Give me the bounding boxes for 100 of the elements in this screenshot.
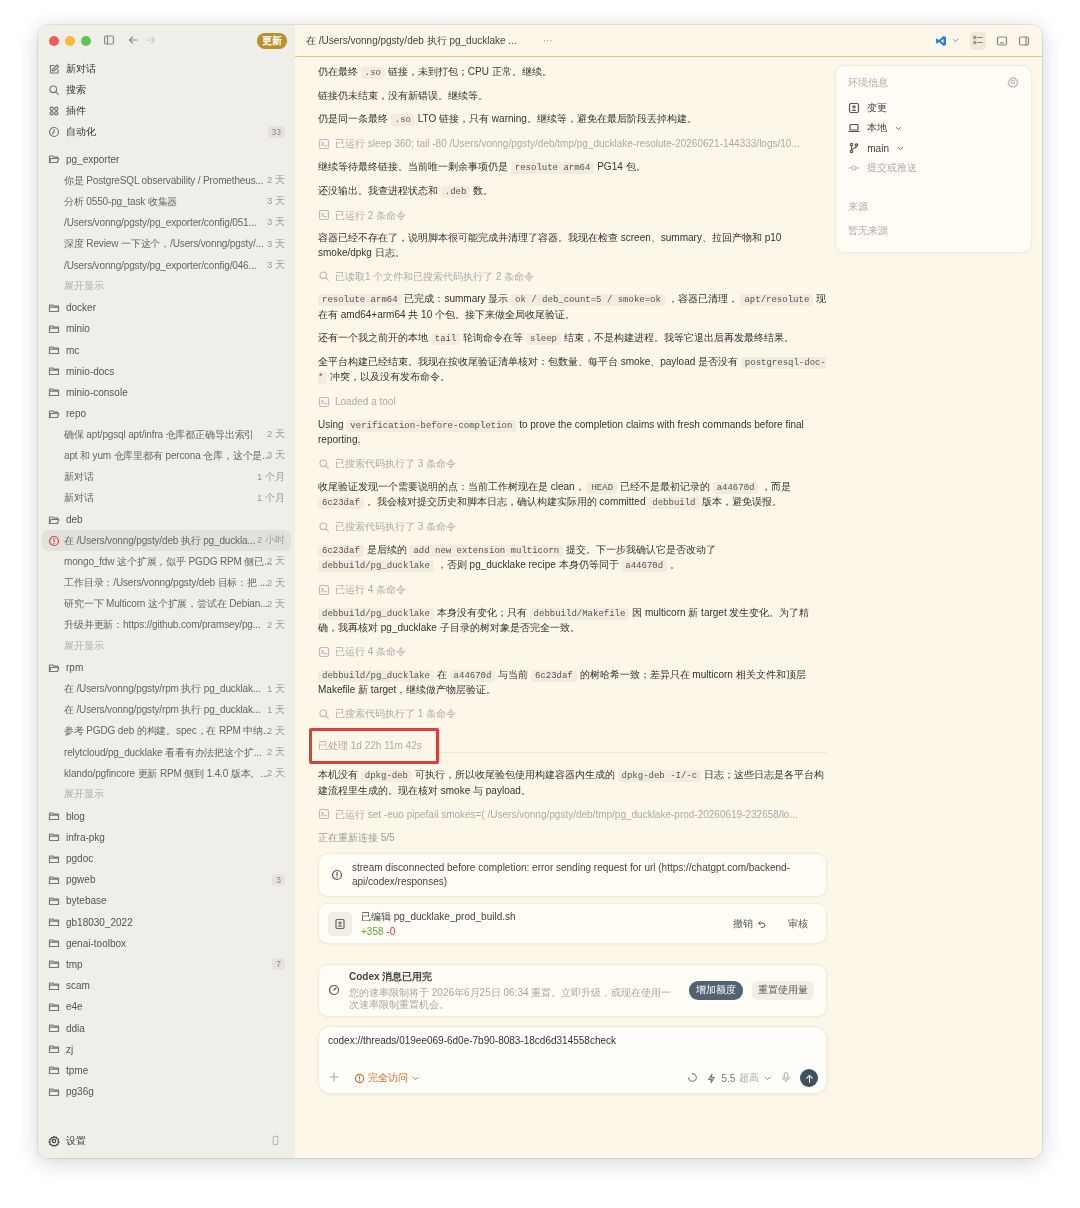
project-folder[interactable]: rpm	[42, 657, 291, 679]
editor-icon[interactable]	[935, 34, 947, 47]
project-folder[interactable]: bytebase	[42, 890, 291, 912]
panel-heading: 来源	[848, 200, 870, 214]
folder-icon	[48, 1000, 60, 1013]
project-folder[interactable]: minio	[42, 318, 291, 340]
count-badge: 3	[272, 873, 285, 886]
zoom-window-button[interactable]	[81, 36, 91, 46]
terminal-icon	[318, 645, 330, 658]
env-panel-item[interactable]: 变更	[848, 98, 1019, 118]
project-folder[interactable]: tmp 7	[42, 953, 291, 976]
settings-icon[interactable]	[1007, 76, 1019, 88]
thread-item[interactable]: 新对话 1 个月	[42, 487, 291, 509]
close-window-button[interactable]	[49, 36, 59, 46]
sidebar-nav-item[interactable]: 插件	[42, 100, 291, 122]
project-folder[interactable]: minio-console	[42, 381, 291, 403]
access-mode-button[interactable]: 完全访问	[354, 1071, 420, 1085]
thread-item[interactable]: 在 /Users/vonng/pgsty/rpm 执行 pg_ducklak... 1 天	[42, 699, 291, 721]
send-button[interactable]	[800, 1069, 819, 1087]
project-folder[interactable]: pgdoc	[42, 847, 291, 870]
settings-icon	[48, 1135, 60, 1147]
message-paragraph: 链接仍未结束，没有新错误。继续等。	[318, 89, 489, 103]
folder-icon	[48, 1022, 60, 1035]
thread-item[interactable]: /Users/vonng/pgsty/pg_exporter/config/051... 3 天	[42, 212, 291, 234]
project-folder[interactable]: repo	[42, 403, 291, 425]
project-folder[interactable]: deb	[42, 508, 291, 531]
folder-icon	[48, 831, 60, 844]
thread-item[interactable]: 在 /Users/vonng/pgsty/deb 执行 pg_duckla... 2 小时	[42, 530, 291, 552]
undo-button[interactable]: 撤销	[727, 913, 774, 934]
side-panel-icon[interactable]	[1018, 34, 1030, 47]
open-folder-icon	[48, 153, 60, 166]
thread-item[interactable]: 升级并更新：https://github.com/pramsey/pg... 2 天	[42, 614, 291, 637]
model-selector[interactable]: 5.5 超高	[706, 1071, 773, 1085]
error-message: stream disconnected before completion: error sending request for url (https://chatgpt.com/backend-api/codex/responses)	[352, 861, 791, 889]
project-folder[interactable]: infra-pkg	[42, 826, 291, 848]
message-paragraph: 全平台构建已经结束。我现在按收尾验证清单核对：包数量、每平台 smoke、payload 是否没有 postgresql-doc-* 冲突，以及没有发布命令。	[318, 354, 827, 386]
elapsed-time: 已处理 1d 22h 11m 42s	[318, 739, 422, 751]
folder-icon	[48, 344, 60, 357]
sidebar-toggle-icon[interactable]	[103, 34, 115, 46]
project-folder[interactable]: ddia	[42, 1017, 291, 1039]
chevron-icon[interactable]	[951, 36, 960, 45]
folder-icon	[48, 322, 60, 335]
thread-item[interactable]: relytcloud/pg_ducklake 看看有办法把这个扩... 2 天	[42, 742, 291, 764]
edited-file-name[interactable]: 已编辑 pg_ducklake_prod_build.sh	[361, 910, 719, 924]
open-folder-icon	[48, 407, 60, 420]
project-folder[interactable]: blog	[42, 805, 291, 827]
review-button[interactable]: 审核	[782, 913, 815, 934]
thread-item[interactable]: 研究一下 Multicorn 这个扩展，尝试在 Debian...2 天	[42, 593, 291, 615]
thread-item[interactable]: 工作目录：/Users/vonng/pgsty/deb 目标：把 ...2 天	[42, 572, 291, 594]
folder-icon	[48, 1064, 60, 1077]
project-folder[interactable]: gb18030_2022	[42, 911, 291, 933]
project-folder[interactable]: minio-docs	[42, 360, 291, 382]
reset-usage-button[interactable]: 重置使用量	[752, 981, 815, 1000]
sidebar-nav-item[interactable]: 新对话	[42, 58, 291, 80]
thread-item[interactable]: 在 /Users/vonng/pgsty/rpm 执行 pg_ducklak... 1 天	[42, 678, 291, 700]
thread-item[interactable]: 深度 Review 一下这个，/Users/vonng/pgsty/... 3 天	[42, 233, 291, 255]
thread-item[interactable]: 确保 apt/pgsql apt/infra 仓库都正确导出索引 2 天	[42, 424, 291, 446]
message-paragraph: 本机没有 dpkg-deb 可执行，所以收尾验包使用构建容器内生成的 dpkg-deb -I/-c 日志；这些日志是各平台构建流程里生成的。现在核对 smoke 与 payload。	[318, 768, 825, 798]
minimize-window-button[interactable]	[65, 36, 75, 46]
folder-icon	[48, 916, 60, 929]
checklist-icon[interactable]	[972, 33, 984, 46]
thread-item[interactable]: klando/pgfincore 更新 RPM 侧到 1.4.0 版本。...2 天	[42, 763, 291, 785]
thread-item[interactable]: 新对话 1 个月	[42, 466, 291, 488]
alert-icon	[48, 534, 60, 547]
message-paragraph: debbuild/pg_ducklake 在 a44670d 与当前 6c23daf 的树哈希一致；差异只在 multicorn 相关文件和顶层 Makefile 新 target，继续做产物层验证。	[318, 667, 807, 697]
thread-item[interactable]: mongo_fdw 这个扩展，似乎 PGDG RPM 侧已...2 天	[42, 551, 291, 573]
phone-icon[interactable]	[270, 1134, 281, 1146]
project-folder[interactable]: pg36g	[42, 1081, 291, 1103]
thread-item[interactable]: 参考 PGDG deb 的构建。spec，在 RPM 中纳...2 天	[42, 720, 291, 742]
env-panel-item[interactable]: 本地	[848, 118, 1019, 138]
sidebar-nav-item[interactable]: 自动化 33	[42, 121, 291, 143]
message-input[interactable]: codex://threads/019ee069-6d0e-7b90-8083-18cd6d314558check 完全访问 5.5 超高	[318, 1026, 828, 1094]
message-paragraph: 容器已经不存在了，说明脚本很可能完成并清理了容器。我现在检查 screen、summary、拉回产物和 p10 smoke/dpkg 日志。	[318, 231, 783, 260]
add-credits-button[interactable]: 增加额度	[689, 981, 744, 1000]
back-arrow-icon[interactable]	[127, 34, 139, 46]
settings-item[interactable]: 设置	[38, 1124, 295, 1158]
thread-item[interactable]: /Users/vonng/pgsty/pg_exporter/config/046... 3 天	[42, 254, 291, 276]
project-folder[interactable]: tpme	[42, 1059, 291, 1081]
thread-item[interactable]: 你是 PostgreSQL observability / Prometheus... 2 天	[42, 169, 291, 192]
project-folder[interactable]: pgweb 3	[42, 869, 291, 891]
add-icon[interactable]	[328, 1071, 340, 1083]
sidebar-nav-item[interactable]: 搜索	[42, 79, 291, 101]
env-panel-item[interactable]: main	[848, 138, 1019, 158]
file-diff-icon	[334, 917, 346, 930]
project-folder[interactable]: docker	[42, 297, 291, 319]
project-folder[interactable]: e4e	[42, 996, 291, 1018]
folder-icon	[48, 386, 60, 399]
search-icon	[318, 457, 330, 470]
project-folder[interactable]: genai-toolbox	[42, 932, 291, 954]
thread-item[interactable]: apt 和 yum 仓库里都有 percona 仓库，这个是...3 天	[42, 445, 291, 467]
project-folder[interactable]: mc	[42, 339, 291, 361]
search-icon	[318, 520, 330, 533]
thread-item[interactable]: 分析 0550-pg_task 收集器 3 天	[42, 191, 291, 213]
microphone-icon[interactable]	[780, 1071, 793, 1083]
project-folder[interactable]: scam	[42, 975, 291, 997]
terminal-panel-icon[interactable]	[996, 34, 1008, 47]
project-folder[interactable]: zj	[42, 1038, 291, 1060]
message-paragraph: 收尾验证发现一个需要说明的点：当前工作树现在是 clean， HEAD 已经不是最初记录的 a44670d ，而是 6c23daf 。我会核对提交历史和脚本日志，确认构建实际用的 committed debbuild 版本，避免误报。	[318, 479, 793, 511]
project-folder[interactable]: pg_exporter	[42, 148, 291, 170]
forward-arrow-icon[interactable]	[145, 34, 157, 46]
